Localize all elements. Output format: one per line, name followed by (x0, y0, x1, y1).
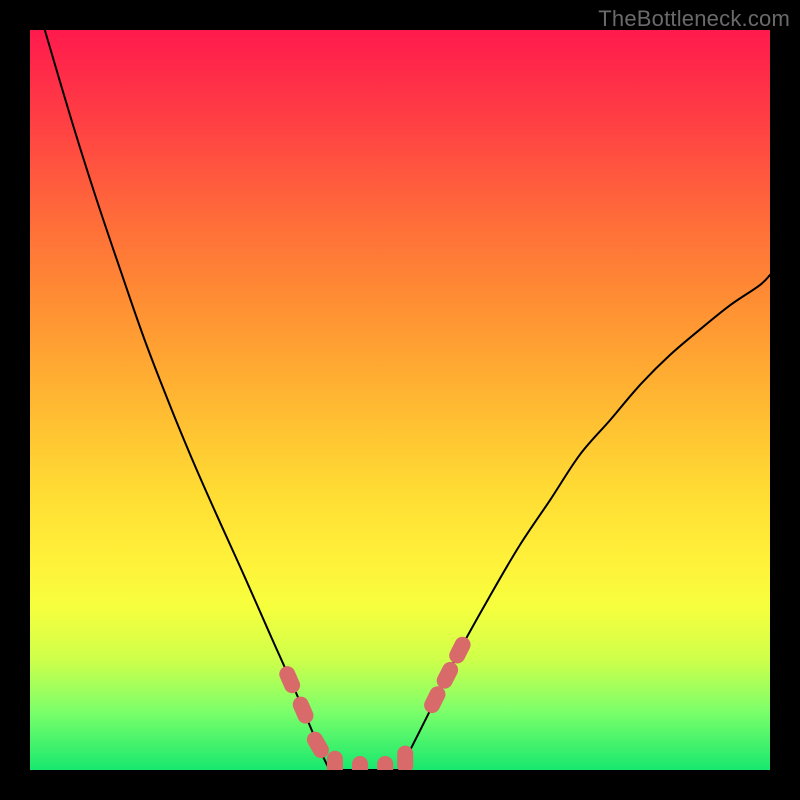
highlight-marker (277, 664, 303, 696)
highlight-marker (352, 756, 368, 770)
watermark-text: TheBottleneck.com (598, 6, 790, 32)
plot-area (30, 30, 770, 770)
highlight-marker (327, 751, 343, 770)
highlight-marker (290, 694, 316, 726)
left-curve (45, 30, 330, 770)
chart-frame: TheBottleneck.com (0, 0, 800, 800)
right-curve (400, 275, 770, 770)
highlight-marker (397, 746, 413, 770)
highlight-marker (446, 634, 473, 666)
highlight-marker (377, 756, 393, 770)
highlight-markers (277, 634, 474, 770)
curve-layer (30, 30, 770, 770)
